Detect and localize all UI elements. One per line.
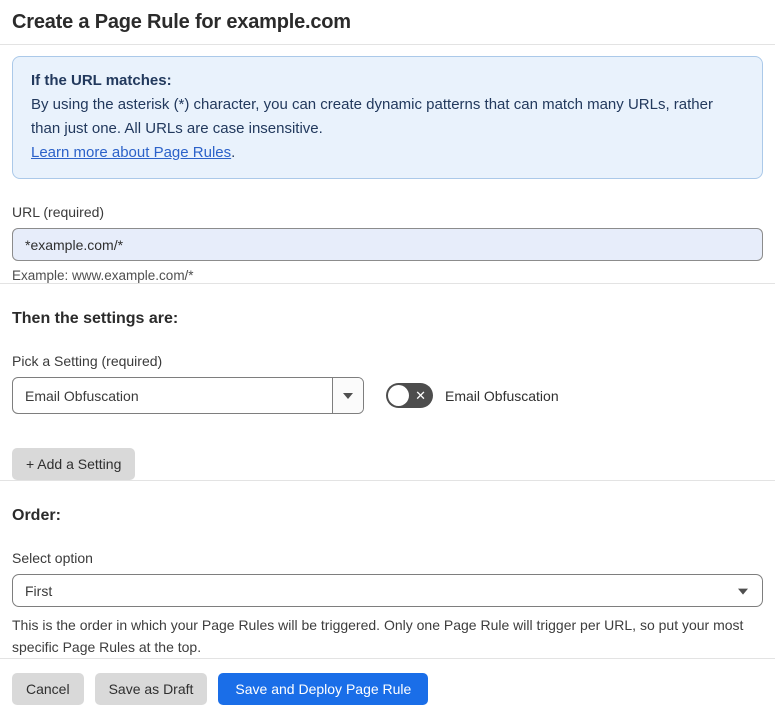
setting-row: Email Obfuscation ✕ Email Obfuscation <box>12 377 763 414</box>
order-section-heading: Order: <box>12 507 61 524</box>
order-select-label: Select option <box>12 550 93 566</box>
save-as-draft-button[interactable]: Save as Draft <box>94 673 208 705</box>
toggle-label: Email Obfuscation <box>445 387 559 404</box>
order-help-text: This is the order in which your Page Rul… <box>12 617 744 655</box>
save-and-deploy-button[interactable]: Save and Deploy Page Rule <box>218 673 429 705</box>
setting-select-arrow-button[interactable] <box>332 378 363 413</box>
order-select[interactable]: First <box>12 574 763 607</box>
cancel-button[interactable]: Cancel <box>12 673 84 705</box>
page-title: Create a Page Rule for example.com <box>12 11 351 33</box>
create-page-rule-form: Create a Page Rule for example.com If th… <box>0 0 775 705</box>
setting-select[interactable]: Email Obfuscation <box>12 377 364 414</box>
title-divider <box>0 44 775 45</box>
info-box-heading: If the URL matches: <box>31 72 172 89</box>
footer-divider <box>0 658 775 659</box>
caret-down-icon <box>343 392 353 399</box>
url-input[interactable] <box>12 228 763 261</box>
toggle-knob <box>388 385 409 406</box>
settings-section-heading: Then the settings are: <box>12 310 179 327</box>
learn-more-link[interactable]: Learn more about Page Rules <box>31 144 231 161</box>
email-obfuscation-toggle-group: ✕ Email Obfuscation <box>386 383 559 408</box>
section-divider <box>0 283 775 284</box>
x-mark-icon: ✕ <box>415 387 426 403</box>
caret-down-icon <box>738 588 748 595</box>
pick-setting-label: Pick a Setting (required) <box>12 353 163 369</box>
url-matches-info-box: If the URL matches: By using the asteris… <box>12 56 763 179</box>
url-field-label: URL (required) <box>12 204 105 220</box>
setting-select-value: Email Obfuscation <box>25 387 139 404</box>
url-example-text: Example: www.example.com/* <box>12 268 194 283</box>
info-box-link-line: Learn more about Page Rules. <box>31 141 744 165</box>
footer-actions: Cancel Save as Draft Save and Deploy Pag… <box>12 673 763 705</box>
add-setting-button[interactable]: + Add a Setting <box>12 448 136 480</box>
section-divider <box>0 480 775 481</box>
order-select-value: First <box>25 582 53 599</box>
email-obfuscation-toggle[interactable]: ✕ <box>386 383 433 408</box>
link-suffix: . <box>231 144 236 161</box>
info-box-body: By using the asterisk (*) character, you… <box>31 96 713 137</box>
